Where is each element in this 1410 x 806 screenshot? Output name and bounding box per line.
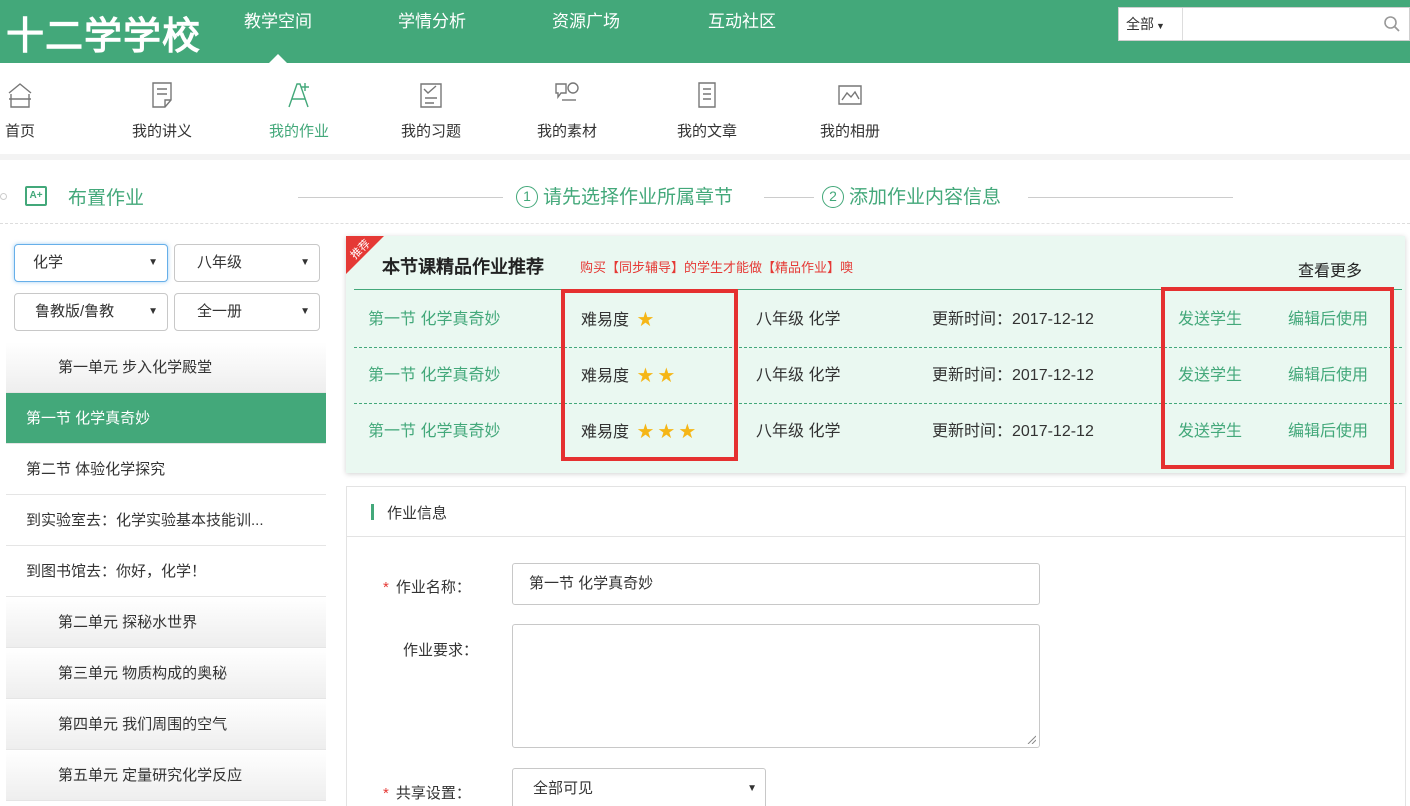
accent-bar <box>371 504 374 520</box>
chapter-section-2[interactable]: 第二节 体验化学探究 <box>6 444 326 495</box>
grade-subject: 八年级 化学 <box>756 367 841 384</box>
chapter-unit-3[interactable]: 第三单元 物质构成的奥秘 <box>6 648 326 699</box>
chevron-down-icon: ▼ <box>747 783 757 794</box>
chapter-unit-2[interactable]: 第二单元 探秘水世界 <box>6 597 326 648</box>
step-divider <box>298 197 503 198</box>
chevron-down-icon: ▼ <box>300 306 310 317</box>
recommend-title: 本节课精品作业推荐 <box>382 257 544 277</box>
iconnav-item-home[interactable]: 首页 <box>0 80 70 141</box>
step-2[interactable]: 2 添加作业内容信息 <box>822 182 1001 209</box>
nav-community[interactable]: 互动社区 <box>708 0 776 63</box>
chapter-section-1[interactable]: 第一节 化学真奇妙 <box>6 393 326 444</box>
share-setting-select[interactable]: 全部可见 ▼ <box>512 768 766 806</box>
iconnav-item-album[interactable]: 我的相册 <box>800 80 900 141</box>
iconnav-item-homework[interactable]: 我的作业 <box>249 80 349 141</box>
homework-name[interactable]: 第一节 化学真奇妙 <box>368 348 500 404</box>
chapter-unit-1[interactable]: 第一单元 步入化学殿堂 <box>6 342 326 393</box>
icon-nav: 首页 我的讲义 我的作业 我的习题 我的素材 我的文章 我的相册 <box>0 63 1410 160</box>
iconnav-label: 我的作业 <box>268 123 329 140</box>
iconnav-label: 我的文章 <box>676 123 737 140</box>
assign-homework-icon: A+ <box>25 186 47 206</box>
chevron-down-icon: ▼ <box>148 257 158 268</box>
subject-select[interactable]: 化学 ▼ <box>14 244 168 282</box>
grade-subject: 八年级 化学 <box>756 423 841 440</box>
iconnav-item-exercise[interactable]: 我的习题 <box>381 80 481 141</box>
step-1[interactable]: 1 请先选择作业所属章节 <box>516 182 733 209</box>
iconnav-item-article[interactable]: 我的文章 <box>657 80 757 141</box>
volume-select[interactable]: 全一册 ▼ <box>174 293 320 331</box>
update-time: 更新时间：2017-12-12 <box>932 311 1094 328</box>
album-icon <box>838 85 862 105</box>
homework-requirement-label: 作业要求： <box>403 642 479 659</box>
homework-name[interactable]: 第一节 化学真奇妙 <box>368 292 500 348</box>
chapter-list: 第一单元 步入化学殿堂 第一节 化学真奇妙 第二节 体验化学探究 到实验室去：化… <box>6 342 326 801</box>
iconnav-label: 我的素材 <box>536 123 597 140</box>
step-header: A+ 布置作业 1 请先选择作业所属章节 2 添加作业内容信息 <box>0 168 1410 224</box>
homework-info-panel: 作业信息 * 作业名称： 第一节 化学真奇妙 作业要求： * 共享设置： 全部可见 ▼ <box>346 486 1406 806</box>
step-dot <box>0 193 7 200</box>
view-more-link[interactable]: 查看更多 <box>1298 257 1362 281</box>
chapter-library[interactable]: 到图书馆去：你好，化学！ <box>6 546 326 597</box>
actions-highlight-box <box>1161 287 1394 469</box>
homework-requirement-textarea[interactable] <box>512 624 1040 748</box>
grade-subject: 八年级 化学 <box>756 311 841 328</box>
chapter-unit-4[interactable]: 第四单元 我们周围的空气 <box>6 699 326 750</box>
nav-learning-analysis[interactable]: 学情分析 <box>398 0 466 63</box>
chapter-unit-5[interactable]: 第五单元 定量研究化学反应 <box>6 750 326 801</box>
page-title: 布置作业 <box>68 188 145 209</box>
chevron-down-icon: ▼ <box>300 257 310 268</box>
chapter-lab[interactable]: 到实验室去：化学实验基本技能训... <box>6 495 326 546</box>
homework-name-field[interactable]: 第一节 化学真奇妙 <box>512 563 1040 605</box>
iconnav-item-handout[interactable]: 我的讲义 <box>112 80 212 141</box>
difficulty-highlight-box <box>561 289 738 461</box>
top-bar: 十二学学校 教学空间 学情分析 资源广场 互动社区 全部 ▼ <box>0 0 1410 63</box>
home-icon <box>8 83 32 108</box>
share-setting-label: * 共享设置： <box>383 785 471 802</box>
update-time: 更新时间：2017-12-12 <box>932 367 1094 384</box>
school-logo[interactable]: 十二学学校 <box>6 5 201 60</box>
iconnav-label: 我的相册 <box>819 123 880 140</box>
nav-teaching-space[interactable]: 教学空间 <box>244 0 312 63</box>
search-box: 全部 ▼ <box>1118 7 1410 41</box>
exercise-icon <box>420 83 442 108</box>
chevron-down-icon: ▼ <box>144 294 158 330</box>
panel-title: 作业信息 <box>387 505 448 522</box>
handout-icon <box>152 82 172 108</box>
recommend-subtitle: 购买【同步辅导】的学生才能做【精品作业】噢 <box>580 260 854 275</box>
iconnav-label: 首页 <box>4 123 35 140</box>
search-icon[interactable] <box>1383 15 1401 33</box>
update-time: 更新时间：2017-12-12 <box>932 423 1094 440</box>
search-scope-dropdown[interactable]: 全部 ▼ <box>1119 8 1183 40</box>
panel-header: 作业信息 <box>347 487 1405 537</box>
homework-name[interactable]: 第一节 化学真奇妙 <box>368 404 500 460</box>
step-divider <box>764 197 814 198</box>
homework-name-label: * 作业名称： <box>383 579 471 596</box>
search-input[interactable] <box>1183 8 1383 40</box>
homework-icon <box>288 83 309 108</box>
grade-select[interactable]: 八年级 ▼ <box>174 244 320 282</box>
article-icon <box>698 82 716 108</box>
resize-handle-icon[interactable] <box>1026 734 1036 744</box>
iconnav-label: 我的习题 <box>400 123 461 140</box>
material-icon <box>555 82 579 101</box>
nav-resource-square[interactable]: 资源广场 <box>552 0 620 63</box>
step-divider <box>1028 197 1233 198</box>
iconnav-item-material[interactable]: 我的素材 <box>517 80 617 141</box>
edition-select[interactable]: 鲁教版/鲁教 ▼ <box>14 293 168 331</box>
iconnav-label: 我的讲义 <box>131 123 192 140</box>
